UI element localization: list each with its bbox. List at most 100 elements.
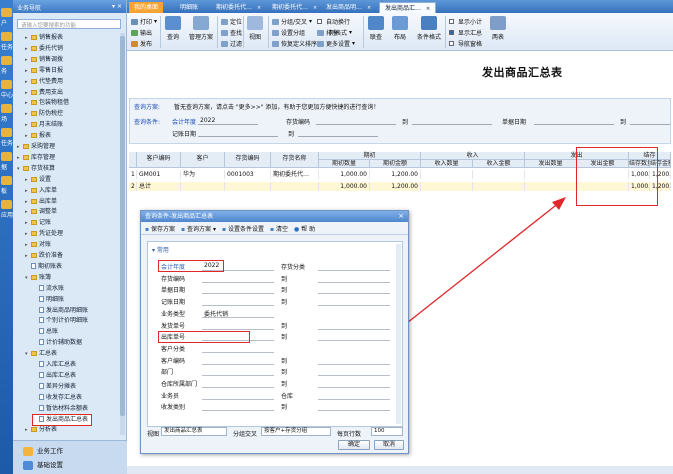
filter-button[interactable]: 过滤 <box>221 39 242 48</box>
condition-field-underline[interactable] <box>202 375 274 377</box>
table-cell[interactable] <box>473 170 525 179</box>
condition-field-underline[interactable] <box>202 293 274 295</box>
app-module-icon[interactable] <box>1 8 12 17</box>
close-tab-icon[interactable]: × <box>426 6 430 12</box>
sidebar-item[interactable]: ▸ 记账 <box>25 218 51 228</box>
sidebar-item[interactable]: ▸ 报表 <box>25 131 51 141</box>
restore-default-button[interactable]: 恢复定义排序 <box>272 39 317 48</box>
business-work-button[interactable]: 业务工作 <box>23 445 63 457</box>
doc-date-from-field[interactable] <box>534 124 614 125</box>
locate-button[interactable]: 定位 <box>221 17 242 26</box>
column-header[interactable]: 收入数量 <box>421 160 473 168</box>
condition-to-field[interactable] <box>318 410 390 412</box>
query-plan-dropdown-icon[interactable]: ▾ <box>213 226 216 233</box>
sidebar-item[interactable]: 发出商品明细账 <box>33 306 88 316</box>
sidebar-item[interactable]: 出库汇总表 <box>33 371 76 381</box>
nav-pane-toggle[interactable]: 导航窗格 <box>449 39 482 48</box>
manage-plan-button[interactable]: 管理方案 <box>186 16 216 41</box>
app-module-icon[interactable] <box>1 128 12 137</box>
sidebar-item[interactable]: ▸ 跌价准备 <box>25 251 63 261</box>
tab-4[interactable]: 期初委托代… × <box>267 2 322 13</box>
ok-button[interactable]: 确定 <box>338 440 370 450</box>
sidebar-item[interactable]: 入库汇总表 <box>33 360 76 370</box>
doc-date-to-field[interactable] <box>630 124 670 125</box>
sidebar-item[interactable]: 差异分摊表 <box>33 382 76 392</box>
column-header[interactable]: 期初金额 <box>370 160 421 168</box>
sidebar-item[interactable]: ▾ 存货核算 <box>17 164 55 174</box>
set-grouping-button[interactable]: 设置分组 <box>272 28 305 37</box>
app-module-icon[interactable] <box>1 104 12 113</box>
sidebar-item[interactable]: 暂估材料余额表 <box>33 404 88 414</box>
help-button[interactable]: ● 帮 助 <box>294 224 315 233</box>
sidebar-scroll-thumb[interactable] <box>120 36 125 416</box>
column-header[interactable]: 发出数量 <box>525 160 577 168</box>
sidebar-item[interactable]: 收发存汇总表 <box>33 393 82 403</box>
clear-button[interactable]: ▪ 清空 <box>270 224 288 233</box>
cancel-button[interactable]: 取消 <box>374 440 404 450</box>
sidebar-item[interactable]: ▸ 出库单 <box>25 197 57 207</box>
app-module-icon[interactable] <box>1 152 12 161</box>
sidebar-item[interactable]: ▸ 分析表 <box>25 425 57 433</box>
app-module-icon[interactable] <box>1 56 12 65</box>
sidebar-item[interactable]: 期初账表 <box>25 262 62 272</box>
column-header[interactable]: 收入金额 <box>473 160 525 168</box>
close-tab-icon[interactable]: × <box>313 5 317 11</box>
section-common-header[interactable]: ▾ 常用 <box>152 245 169 254</box>
publish-button[interactable]: 发布 <box>131 39 152 48</box>
dialog-close-button[interactable]: × <box>397 212 405 220</box>
table-cell[interactable]: 0001003 <box>225 170 271 179</box>
condition-field-underline[interactable] <box>202 363 274 365</box>
condition-to-field[interactable] <box>318 387 390 388</box>
app-module-icon[interactable] <box>1 200 12 209</box>
sidebar-item[interactable]: ▸ 防伪税控 <box>25 109 63 119</box>
condition-field-underline[interactable] <box>202 281 274 283</box>
sidebar-item[interactable]: ▸ 库存管理 <box>17 153 55 163</box>
table-cell[interactable]: 期初委托代… <box>271 170 319 179</box>
sidebar-item-selected[interactable]: 发出商品汇总表 <box>31 413 93 426</box>
table-cell[interactable] <box>525 170 577 179</box>
sidebar-item[interactable]: ▾ 汇总表 <box>25 349 57 359</box>
sidebar-item[interactable]: ▸ 销售报表 <box>25 33 63 43</box>
condition-field-underline[interactable] <box>202 410 274 412</box>
view-select[interactable]: 发出商品汇总表 <box>161 427 227 436</box>
report-button[interactable]: 两表 <box>487 16 509 41</box>
show-subtotal-toggle[interactable]: 显示小计 <box>449 17 482 26</box>
app-module-icon[interactable] <box>1 32 12 41</box>
more-settings-dropdown-icon[interactable]: ▾ <box>352 40 355 47</box>
link-query-button[interactable]: 联查 <box>365 16 387 41</box>
condition-to-field[interactable] <box>318 281 390 283</box>
condition-field-underline[interactable] <box>202 398 274 400</box>
column-header[interactable]: 存货名称 <box>271 152 319 168</box>
table-cell[interactable]: 1,200.00 <box>370 170 421 179</box>
base-settings-button[interactable]: 基础设置 <box>23 459 63 471</box>
list-style-dropdown-icon[interactable]: ▾ <box>349 29 352 36</box>
column-header[interactable]: 期初数量 <box>319 160 370 168</box>
condition-field-underline[interactable] <box>202 328 274 330</box>
sidebar-item[interactable]: ▸ 设置 <box>25 175 51 185</box>
column-header[interactable]: 客户 <box>181 152 225 168</box>
more-settings-button[interactable]: 更多设置 ▾ <box>317 39 355 48</box>
condition-to-field[interactable] <box>318 270 390 271</box>
posting-date-to-field[interactable] <box>298 136 378 137</box>
inventory-code-from-field[interactable] <box>316 124 396 125</box>
query-plan-button[interactable]: ▪ 查询方案 ▾ <box>181 224 216 233</box>
fiscal-year-value[interactable]: 2022 <box>200 117 215 124</box>
condition-field-underline[interactable] <box>202 305 274 307</box>
group-cross-dropdown-icon[interactable]: ▾ <box>309 18 312 25</box>
sidebar-item[interactable]: ▸ 委托代销 <box>25 44 63 54</box>
dialog-scrollbar[interactable] <box>396 244 401 424</box>
sidebar-item[interactable]: ▸ 凭证处理 <box>25 229 63 239</box>
sidebar-item[interactable]: ▸ 费用支出 <box>25 88 63 98</box>
nav-pane-check-icon[interactable] <box>449 41 454 46</box>
inventory-code-to-field[interactable] <box>412 124 492 125</box>
view-button[interactable]: 视图 <box>244 16 266 41</box>
tab-1[interactable]: 我的桌面 <box>129 2 164 13</box>
group-select[interactable]: 按客户+存货分组 <box>261 427 331 436</box>
app-module-icon[interactable] <box>1 176 12 185</box>
table-cell[interactable]: 华为 <box>181 170 225 179</box>
total-row-cell[interactable] <box>225 182 271 191</box>
total-row-cell[interactable]: 1,000.00 <box>319 182 370 191</box>
auto-wrap-checkbox[interactable]: 自动换行 <box>317 17 350 26</box>
sidebar-item[interactable]: ▸ 入库单 <box>25 186 57 196</box>
table-cell[interactable]: 1,000.00 <box>319 170 370 179</box>
